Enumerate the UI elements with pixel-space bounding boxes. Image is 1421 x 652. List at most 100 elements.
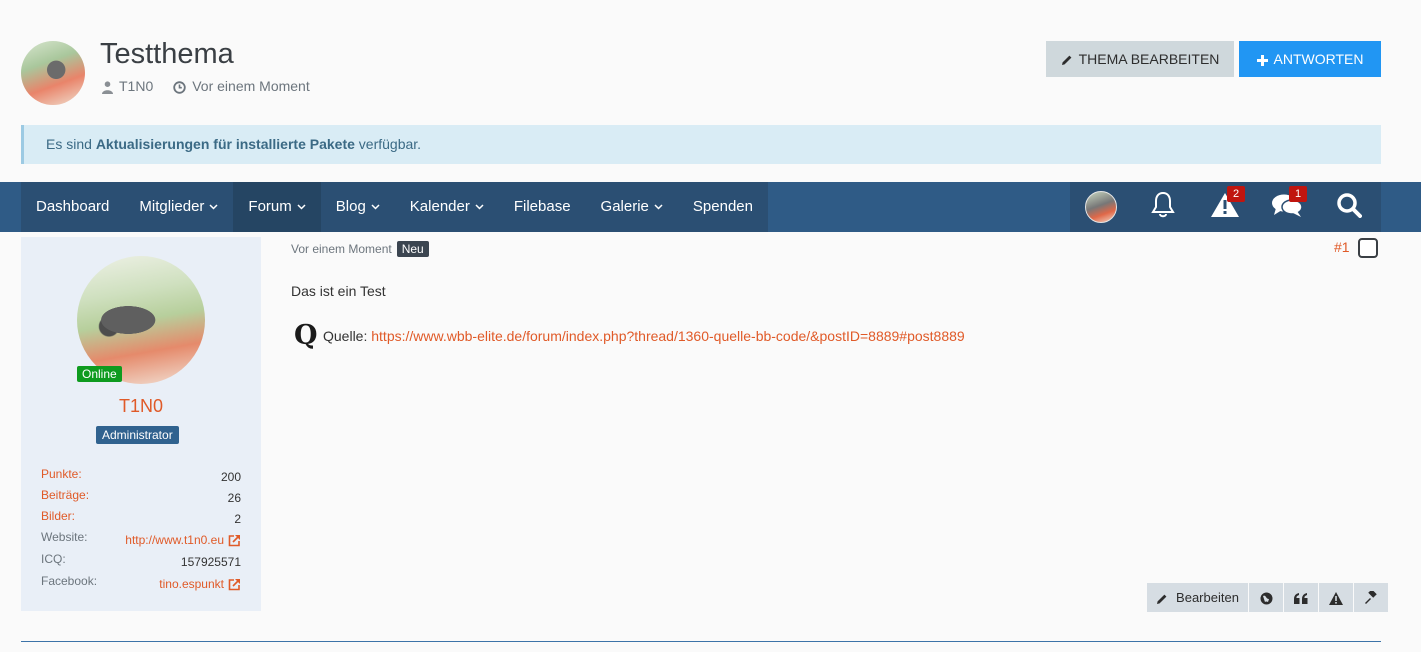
post-actions: Bearbeiten	[1147, 583, 1388, 612]
thread-author-link[interactable]: T1N0	[119, 78, 153, 94]
post-message: Das ist ein Test	[291, 283, 386, 299]
search-icon	[1336, 192, 1362, 223]
post-divider	[21, 641, 1381, 642]
stat-row-points: Punkte: 200	[41, 466, 241, 487]
stat-label[interactable]: Punkte:	[41, 466, 82, 487]
stat-label[interactable]: Bilder:	[41, 508, 75, 529]
edit-post-button[interactable]: Bearbeiten	[1147, 583, 1248, 612]
thread-meta: T1N0 Vor einem Moment	[102, 78, 310, 94]
new-badge: Neu	[396, 241, 429, 257]
main-navigation: Dashboard Mitglieder Forum Blog Kalender…	[0, 182, 1421, 232]
gavel-icon	[1364, 590, 1378, 606]
post-permalink[interactable]: #1	[1334, 239, 1350, 255]
nav-label: Blog	[335, 198, 366, 215]
pencil-icon	[1156, 590, 1168, 605]
globe-icon	[1260, 590, 1273, 605]
website-link[interactable]: http://www.t1n0.eu	[125, 529, 241, 551]
nav-forum[interactable]: Forum	[233, 182, 321, 233]
notifications-button[interactable]	[1132, 182, 1194, 232]
stat-value: 2	[234, 511, 241, 526]
bell-icon	[1150, 191, 1176, 224]
external-link-icon	[228, 576, 241, 592]
update-notice: Es sind Aktualisierungen für installiert…	[21, 125, 1381, 164]
notice-link[interactable]: Aktualisierungen für installierte Pakete	[96, 136, 355, 152]
quelle-source: Quelle: https://www.wbb-elite.de/forum/i…	[323, 328, 965, 344]
quelle-icon: Q	[294, 320, 318, 351]
nav-kalender[interactable]: Kalender	[395, 182, 499, 232]
ip-address-button[interactable]	[1249, 583, 1283, 612]
nav-label: Dashboard	[36, 198, 110, 215]
nav-label: Filebase	[513, 198, 571, 215]
stat-label: Facebook:	[41, 574, 98, 588]
warning-icon	[1329, 590, 1343, 606]
stat-row-website: Website: http://www.t1n0.eu	[41, 529, 241, 551]
nav-label: Galerie	[600, 198, 649, 215]
moderation-alerts-button[interactable]: 2	[1194, 182, 1256, 232]
plus-icon	[1256, 51, 1268, 67]
nav-label: Forum	[248, 198, 292, 215]
edit-thread-label: THEMA BEARBEITEN	[1078, 51, 1220, 67]
author-stats: Punkte: 200 Beiträge: 26 Bilder: 2 Websi…	[41, 466, 241, 594]
stat-label: Website:	[41, 530, 88, 544]
post-author-sidebar: Online T1N0 Administrator Punkte: 200 Be…	[21, 237, 261, 611]
quelle-label: Quelle:	[323, 328, 372, 344]
notice-suffix: verfügbar.	[354, 136, 422, 152]
reply-button[interactable]: ANTWORTEN	[1239, 41, 1381, 77]
stat-value: 200	[220, 469, 241, 484]
quelle-link[interactable]: https://www.wbb-elite.de/forum/index.php…	[371, 328, 964, 344]
facebook-link-text: tino.espunkt	[159, 576, 224, 591]
thread-time: Vor einem Moment	[192, 78, 310, 94]
user-panel: 2 1	[1070, 182, 1381, 232]
moderation-button[interactable]	[1354, 583, 1388, 612]
post-meta: Vor einem Moment Neu	[291, 241, 429, 257]
website-link-text: http://www.t1n0.eu	[125, 533, 224, 547]
external-link-icon	[228, 532, 241, 548]
notice-prefix: Es sind	[46, 136, 96, 152]
nav-dashboard[interactable]: Dashboard	[21, 182, 124, 232]
edit-thread-button[interactable]: THEMA BEARBEITEN	[1046, 41, 1234, 77]
quote-button[interactable]	[1284, 583, 1318, 612]
facebook-link[interactable]: tino.espunkt	[159, 573, 241, 594]
stat-row-images: Bilder: 2	[41, 508, 241, 529]
thread-author-avatar[interactable]	[21, 41, 85, 105]
stat-value: 26	[227, 490, 241, 505]
author-username[interactable]: T1N0	[21, 396, 261, 417]
nav-galerie[interactable]: Galerie	[586, 182, 678, 232]
edit-post-label: Bearbeiten	[1176, 590, 1239, 605]
nav-label: Mitglieder	[139, 198, 205, 215]
nav-spenden[interactable]: Spenden	[678, 182, 768, 232]
clock-icon	[173, 78, 186, 94]
stat-row-icq: ICQ: 157925571	[41, 551, 241, 573]
nav-filebase[interactable]: Filebase	[499, 182, 586, 232]
thread-title: Testthema	[100, 38, 234, 70]
chevron-down-icon	[209, 183, 218, 233]
conversations-button[interactable]: 1	[1256, 182, 1318, 232]
chevron-down-icon	[654, 183, 663, 233]
chevron-down-icon	[475, 183, 484, 233]
author-avatar[interactable]	[77, 256, 205, 384]
stat-label: ICQ:	[41, 552, 66, 566]
reply-label: ANTWORTEN	[1273, 51, 1364, 67]
post-select-checkbox[interactable]	[1358, 238, 1378, 258]
chevron-down-icon	[297, 183, 306, 233]
nav-blog[interactable]: Blog	[321, 182, 395, 232]
online-status-badge: Online	[77, 366, 122, 382]
chevron-down-icon	[371, 183, 380, 233]
user-menu-button[interactable]	[1070, 182, 1132, 232]
avatar	[1085, 191, 1117, 223]
quote-icon	[1294, 590, 1308, 605]
nav-label: Kalender	[409, 198, 470, 215]
report-button[interactable]	[1319, 583, 1353, 612]
stat-row-facebook: Facebook: tino.espunkt	[41, 573, 241, 594]
nav-mitglieder[interactable]: Mitglieder	[124, 182, 233, 232]
stat-label[interactable]: Beiträge:	[41, 487, 89, 508]
rank-badge: Administrator	[96, 426, 179, 444]
stat-value: 157925571	[180, 555, 241, 569]
post-time[interactable]: Vor einem Moment	[291, 242, 392, 256]
search-button[interactable]	[1318, 182, 1380, 232]
messages-count-badge: 1	[1289, 186, 1307, 202]
stat-row-posts: Beiträge: 26	[41, 487, 241, 508]
pencil-icon	[1061, 51, 1073, 67]
alerts-count-badge: 2	[1227, 186, 1245, 202]
nav-label: Spenden	[692, 198, 753, 215]
